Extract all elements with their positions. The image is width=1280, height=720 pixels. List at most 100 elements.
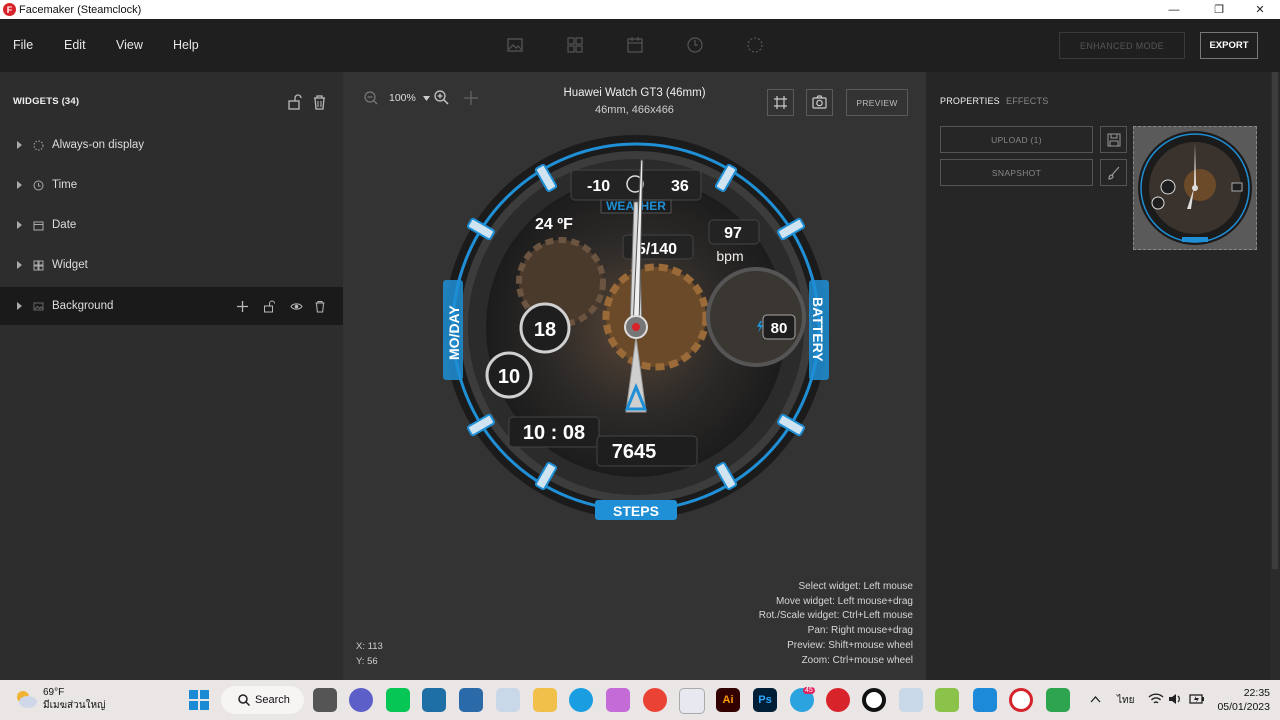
properties-panel: PROPERTIES EFFECTS UPLOAD (1) SNAPSHOT [926, 72, 1270, 680]
screenshot-button[interactable] [806, 89, 833, 116]
battery-tray-icon[interactable] [1189, 693, 1205, 705]
minimize-button[interactable]: — [1154, 0, 1194, 19]
widget-row-background[interactable]: Background [0, 287, 343, 325]
expand-arrow-icon[interactable] [17, 221, 22, 229]
menu-file[interactable]: File [13, 38, 33, 52]
battery-value: 80 [771, 320, 788, 337]
save-image-button[interactable] [1100, 126, 1127, 153]
add-icon[interactable] [236, 300, 249, 313]
menu-edit[interactable]: Edit [64, 38, 86, 52]
weather-temp: 69°F [43, 687, 65, 698]
widgets-panel: WIDGETS (34) Always-on display Time Date… [0, 72, 343, 680]
volume-icon[interactable] [1168, 692, 1182, 706]
tray-chevron-up-icon[interactable] [1090, 695, 1101, 703]
hint-line: Select widget: Left mouse [798, 581, 913, 592]
snapshot-button[interactable]: SNAPSHOT [940, 159, 1093, 186]
calendar-mode-icon[interactable] [626, 36, 644, 54]
restore-button[interactable]: ❐ [1199, 0, 1239, 19]
taskbar-search[interactable]: Search [221, 686, 304, 714]
app-icon-sketchup[interactable] [459, 688, 483, 712]
hint-line: Move widget: Left mouse+drag [775, 595, 913, 607]
device-name: Huawei Watch GT3 (46mm) [563, 87, 706, 99]
windows-start-icon[interactable] [189, 690, 209, 710]
ms-store-icon[interactable] [679, 688, 705, 714]
language-indicator[interactable]: ไทย [1117, 693, 1134, 708]
expand-arrow-icon[interactable] [17, 261, 22, 269]
weather-desc: มีเมฆส่วนใหญ่ [43, 700, 106, 711]
opera-browser-icon[interactable] [1009, 688, 1033, 712]
battery-label: BATTERY [810, 297, 826, 362]
line-app-icon[interactable] [386, 688, 410, 712]
preview-button[interactable]: PREVIEW [846, 89, 908, 116]
export-button[interactable]: EXPORT [1200, 32, 1258, 59]
moday-label: MO/DAY [446, 305, 462, 360]
hint-line: Preview: Shift+mouse wheel [787, 639, 913, 651]
menu-bar: File Edit View Help ENHANCED MODE EXPORT [0, 19, 1280, 72]
facemaker-taskbar-icon[interactable] [826, 688, 850, 712]
system-clock[interactable]: 22:35 05/01/2023 [1217, 686, 1270, 714]
aod-mode-icon[interactable] [746, 36, 764, 54]
expand-arrow-icon[interactable] [17, 141, 22, 149]
canvas-area[interactable]: 100% Huawei Watch GT3 (46mm) 46mm, 466x4… [343, 72, 926, 680]
app-icon-tools-2[interactable] [899, 688, 923, 712]
unlock-icon[interactable] [287, 94, 303, 110]
clock-mode-icon[interactable] [686, 36, 704, 54]
weather-widget[interactable]: 69°F มีเมฆส่วนใหญ่ [43, 686, 106, 712]
unlock-icon[interactable] [263, 300, 276, 313]
widget-row-aod[interactable]: Always-on display [0, 127, 343, 163]
menu-help[interactable]: Help [173, 38, 199, 52]
widget-row-date[interactable]: Date [0, 207, 343, 243]
upload-button[interactable]: UPLOAD (1) [940, 126, 1093, 153]
grid-mode-icon[interactable] [566, 36, 584, 54]
app-icon-gallery[interactable] [606, 688, 630, 712]
app-icon-blue[interactable] [422, 688, 446, 712]
close-button[interactable]: ✕ [1240, 0, 1280, 19]
task-view-icon[interactable] [313, 688, 337, 712]
background-thumbnail[interactable] [1133, 126, 1257, 250]
edge-browser-icon[interactable] [569, 688, 593, 712]
image-mode-icon[interactable] [506, 36, 524, 54]
windows-taskbar: 69°F มีเมฆส่วนใหญ่ Search Ai Ps 45 ไทย 2… [0, 680, 1280, 720]
grid-toggle-button[interactable] [767, 89, 794, 116]
hands-center-dot [632, 323, 640, 331]
wifi-icon[interactable] [1148, 692, 1164, 706]
tab-effects[interactable]: EFFECTS [1006, 96, 1048, 106]
expand-arrow-icon[interactable] [17, 181, 22, 189]
teams-chat-icon[interactable] [349, 688, 373, 712]
visibility-eye-icon[interactable] [290, 301, 303, 312]
camera-icon [812, 95, 827, 109]
temperature: 24 ºF [535, 216, 573, 233]
dotted-circle-icon [33, 140, 44, 150]
brush-button[interactable] [1100, 159, 1127, 186]
steps-label: STEPS [613, 503, 659, 519]
coord-x: X: 113 [356, 641, 383, 652]
grid-icon [33, 260, 44, 270]
watch-face[interactable]: -10 36 WEATHER 24 ºF 5/140 97 bpm MO/DAY… [441, 132, 831, 522]
mouse-hints: Select widget: Left mouse Move widget: L… [759, 580, 913, 668]
device-size: 46mm, 466x466 [595, 104, 674, 116]
app-icon-globe[interactable] [1046, 688, 1070, 712]
cursor-coordinates: X: 113 Y: 56 [356, 639, 383, 669]
illustrator-icon[interactable]: Ai [716, 688, 740, 712]
menu-view[interactable]: View [116, 38, 143, 52]
widget-row-time[interactable]: Time [0, 167, 343, 203]
widget-row-label: Widget [52, 259, 88, 271]
photoshop-icon[interactable]: Ps [753, 688, 777, 712]
app-icon-tools[interactable] [496, 688, 520, 712]
weather-cloud-icon[interactable] [14, 689, 38, 709]
right-scrollbar[interactable] [1270, 72, 1280, 680]
widget-row-widget[interactable]: Widget [0, 247, 343, 283]
file-explorer-icon[interactable] [533, 688, 557, 712]
trash-icon[interactable] [312, 94, 327, 110]
expand-arrow-icon[interactable] [17, 302, 22, 310]
record-app-icon[interactable] [862, 688, 886, 712]
scrollbar-thumb[interactable] [1272, 72, 1278, 569]
chrome-browser-icon[interactable] [643, 688, 667, 712]
app-icon-green[interactable] [935, 688, 959, 712]
trash-icon[interactable] [314, 300, 326, 313]
tab-properties[interactable]: PROPERTIES [940, 96, 1000, 106]
digital-time: 10 : 08 [523, 422, 585, 444]
app-icon-blue-2[interactable] [973, 688, 997, 712]
month-value: 18 [534, 319, 556, 341]
enhanced-mode-button[interactable]: ENHANCED MODE [1059, 32, 1185, 59]
